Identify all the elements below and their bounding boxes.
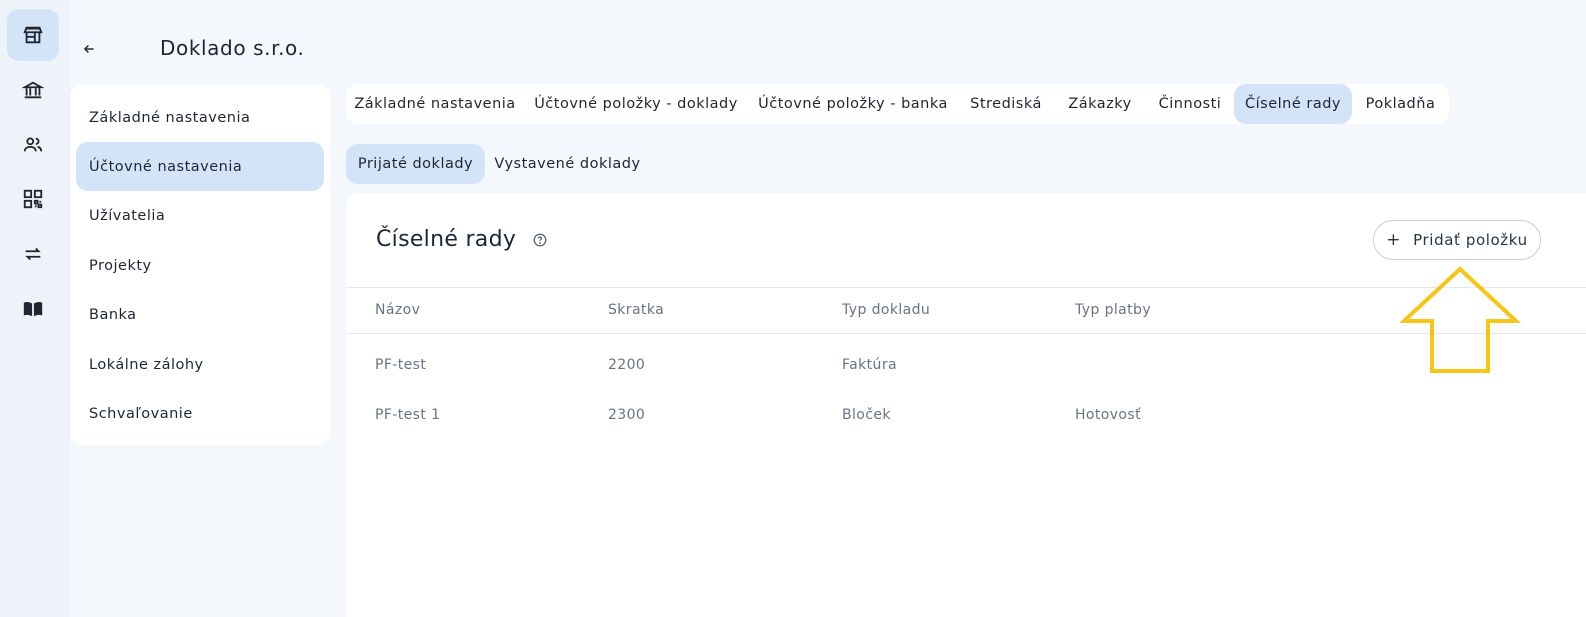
tab-accounting-items-documents[interactable]: Účtovné položky - doklady (524, 84, 748, 124)
users-icon (23, 137, 43, 152)
transfer-icon (25, 247, 41, 261)
add-item-label: Pridať položku (1413, 231, 1528, 249)
cell-payment-type: Hotovosť (1075, 407, 1141, 423)
column-header-abbreviation: Skratka (608, 302, 665, 318)
menu-item-users[interactable]: Užívatelia (76, 191, 324, 240)
column-header-document-type: Typ dokladu (842, 302, 931, 318)
qr-code-icon (23, 189, 43, 209)
number-series-card: Číselné rady + Pridať položku Názov Skra… (346, 193, 1586, 617)
subtab-issued-documents[interactable]: Vystavené doklady (485, 144, 650, 184)
cell-abbreviation: 2200 (608, 357, 646, 373)
column-header-payment-type: Typ platby (1075, 302, 1152, 318)
rail-item-store[interactable] (7, 9, 59, 61)
menu-item-projects[interactable]: Projekty (76, 241, 324, 290)
help-button[interactable] (532, 232, 548, 248)
add-item-button[interactable]: + Pridať položku (1373, 220, 1541, 260)
plus-icon: + (1386, 229, 1402, 250)
rail-item-book[interactable] (7, 283, 59, 335)
card-title: Číselné rady (376, 227, 517, 252)
cell-document-type: Bloček (842, 407, 891, 423)
tab-orders[interactable]: Zákazky (1054, 84, 1146, 124)
store-icon (23, 26, 43, 44)
menu-item-accounting-settings[interactable]: Účtovné nastavenia (76, 142, 324, 191)
tab-cost-centers[interactable]: Strediská (958, 84, 1054, 124)
menu-item-approvals[interactable]: Schvaľovanie (76, 389, 324, 438)
book-icon (23, 301, 43, 317)
tab-number-series[interactable]: Číselné rady (1234, 84, 1352, 124)
rail-item-transfer[interactable] (7, 228, 59, 280)
arrow-left-icon (83, 45, 94, 53)
tab-activities[interactable]: Činnosti (1146, 84, 1234, 124)
menu-item-local-backups[interactable]: Lokálne zálohy (76, 340, 324, 389)
menu-item-bank[interactable]: Banka (76, 290, 324, 339)
cell-name: PF-test 1 (375, 407, 441, 423)
back-button[interactable] (78, 38, 100, 60)
tab-basic-settings[interactable]: Základné nastavenia (346, 84, 524, 124)
settings-tabs: Základné nastavenia Účtovné položky - do… (346, 84, 1449, 124)
help-circle-icon (533, 233, 547, 247)
rail-item-users[interactable] (7, 119, 59, 171)
bank-icon (22, 81, 44, 99)
cell-document-type: Faktúra (842, 357, 897, 373)
tab-cash-register[interactable]: Pokladňa (1352, 84, 1449, 124)
settings-menu: Základné nastavenia Účtovné nastavenia U… (70, 85, 330, 445)
rail-item-bank[interactable] (7, 64, 59, 116)
subtab-received-documents[interactable]: Prijaté doklady (346, 144, 485, 184)
column-header-name: Názov (375, 302, 421, 318)
page-title: Doklado s.r.o. (160, 36, 305, 60)
annotation-arrow-icon (1400, 266, 1522, 373)
tab-accounting-items-bank[interactable]: Účtovné položky - banka (748, 84, 958, 124)
menu-item-basic-settings[interactable]: Základné nastavenia (76, 93, 324, 142)
icon-rail (0, 0, 70, 617)
cell-abbreviation: 2300 (608, 407, 646, 423)
cell-name: PF-test (375, 357, 427, 373)
rail-item-qr[interactable] (7, 173, 59, 225)
